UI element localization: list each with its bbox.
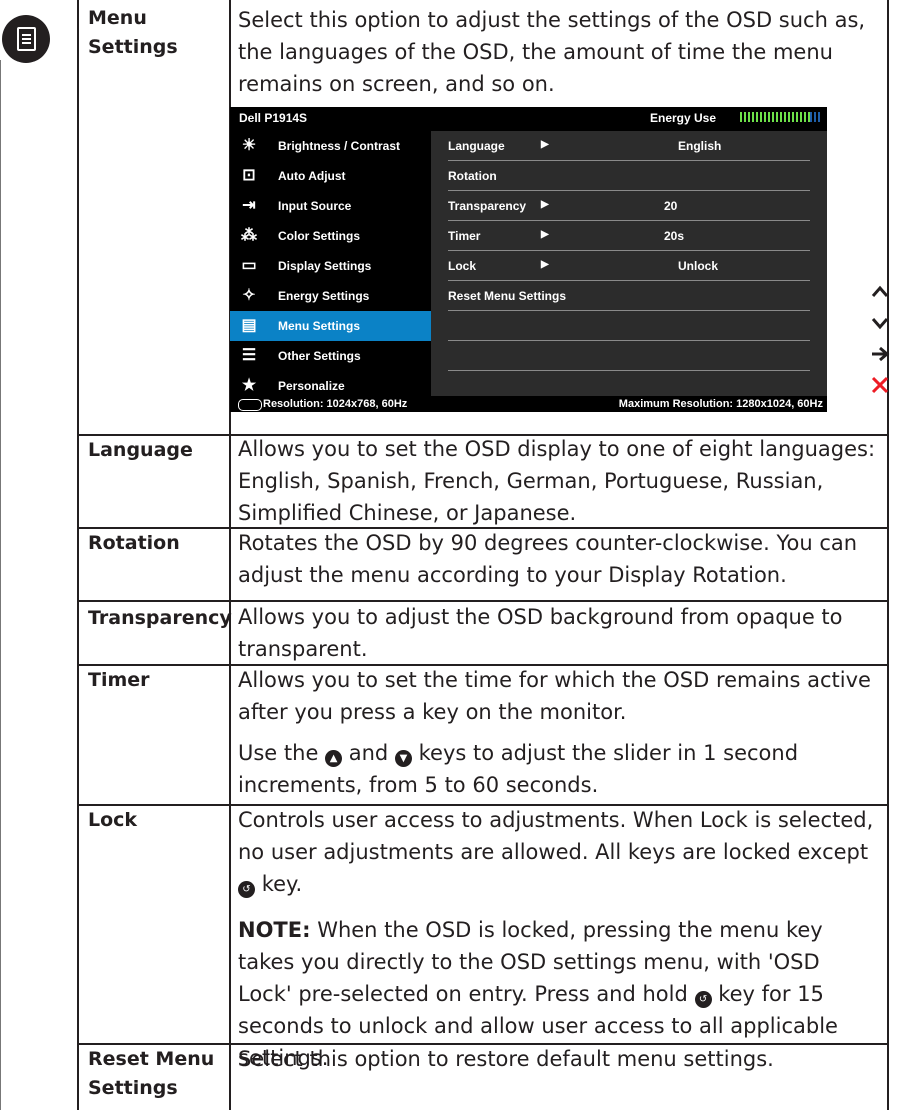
play-arrow-icon: ▶	[541, 259, 549, 270]
osd-current-resolution: Resolution: 1024x768, 60Hz	[263, 398, 408, 410]
osd-menu-item-input-source[interactable]: ⇥ Input Source	[230, 191, 431, 221]
auto-adjust-icon: ⊡	[242, 167, 256, 184]
row-label-rotation: Rotation	[88, 532, 180, 554]
row-desc-timer-keys: Use the ▲ and ▼ keys to adjust the slide…	[238, 741, 799, 797]
table-border-left	[77, 0, 79, 1110]
osd-option-lock[interactable]: Lock ▶ Unlock	[431, 251, 827, 281]
osd-footer: Resolution: 1024x768, 60Hz Maximum Resol…	[230, 396, 827, 412]
osd-max-resolution: Maximum Resolution: 1280x1024, 60Hz	[618, 398, 823, 410]
row-label-language: Language	[88, 439, 193, 461]
back-key-icon: ↺	[238, 881, 255, 898]
osd-menu-item-display-settings[interactable]: ▭ Display Settings	[230, 251, 431, 281]
row-desc-timer: Allows you to set the time for which the…	[238, 668, 871, 724]
outer-margin-line	[0, 60, 1, 1110]
play-arrow-icon: ▶	[541, 199, 549, 210]
osd-main-menu: ☀ Brightness / Contrast ⊡ Auto Adjust ⇥ …	[230, 131, 431, 396]
close-icon[interactable]	[870, 375, 890, 400]
menu-settings-icon: ▤	[241, 317, 257, 334]
row-desc-transparency: Allows you to adjust the OSD background …	[238, 605, 843, 661]
osd-option-empty	[431, 341, 827, 371]
down-key-icon: ▼	[394, 750, 412, 767]
osd-energy-meter	[740, 112, 822, 122]
down-arrow-icon[interactable]	[870, 313, 890, 338]
osd-menu-item-brightness[interactable]: ☀ Brightness / Contrast	[230, 131, 431, 161]
osd-menu-item-other-settings[interactable]: ☰ Other Settings	[230, 341, 431, 371]
row-desc-lock: Controls user access to adjustments. Whe…	[238, 808, 874, 898]
osd-model-name: Dell P1914S	[239, 111, 308, 125]
right-arrow-icon[interactable]	[870, 344, 890, 369]
input-source-icon: ⇥	[242, 197, 256, 214]
osd-energy-label: Energy Use	[650, 111, 717, 125]
up-key-icon: ▲	[325, 750, 343, 767]
row-label-reset-menu-settings: Reset Menu Settings	[88, 1048, 215, 1099]
osd-option-reset-menu-settings[interactable]: Reset Menu Settings	[431, 281, 827, 311]
osd-screenshot: Dell P1914S Energy Use ☀ Brightness / Co…	[230, 107, 827, 412]
play-arrow-icon: ▶	[541, 229, 549, 240]
table-border-right	[887, 0, 889, 1110]
row-desc-rotation: Rotates the OSD by 90 degrees counter-cl…	[238, 531, 858, 587]
row-desc-reset-menu-settings: Select this option to restore default me…	[238, 1047, 774, 1071]
row-desc-menu-settings: Select this option to adjust the setting…	[238, 8, 866, 96]
note-label: NOTE:	[238, 918, 311, 942]
osd-menu-item-color-settings[interactable]: ⁂ Color Settings	[230, 221, 431, 251]
row-label-lock: Lock	[88, 809, 138, 831]
vga-connector-icon	[238, 399, 262, 411]
osd-option-timer[interactable]: Timer ▶ 20s	[431, 221, 827, 251]
osd-menu-item-menu-settings[interactable]: ▤ Menu Settings	[230, 311, 431, 341]
osd-menu-item-auto-adjust[interactable]: ⊡ Auto Adjust	[230, 161, 431, 191]
osd-menu-item-energy-settings[interactable]: ✧ Energy Settings	[230, 281, 431, 311]
menu-settings-icon	[2, 15, 50, 63]
row-label-menu-settings: Menu Settings	[88, 7, 178, 58]
row-label-transparency: Transparency	[88, 607, 232, 629]
back-key-icon: ↺	[694, 991, 712, 1008]
display-settings-icon: ▭	[241, 257, 257, 274]
row-desc-language: Allows you to set the OSD display to one…	[238, 437, 876, 525]
personalize-icon: ★	[241, 377, 257, 394]
osd-submenu: Language ▶ English Rotation Transparency…	[431, 131, 827, 396]
osd-option-rotation[interactable]: Rotation	[431, 161, 827, 191]
osd-option-language[interactable]: Language ▶ English	[431, 131, 827, 161]
up-arrow-icon[interactable]	[870, 282, 890, 307]
osd-option-transparency[interactable]: Transparency ▶ 20	[431, 191, 827, 221]
brightness-icon: ☀	[241, 137, 257, 154]
row-label-timer: Timer	[88, 669, 150, 691]
other-settings-icon: ☰	[241, 347, 257, 364]
play-arrow-icon: ▶	[541, 139, 549, 150]
osd-option-empty	[431, 311, 827, 341]
energy-settings-icon: ✧	[242, 287, 256, 304]
color-settings-icon: ⁂	[241, 227, 257, 244]
